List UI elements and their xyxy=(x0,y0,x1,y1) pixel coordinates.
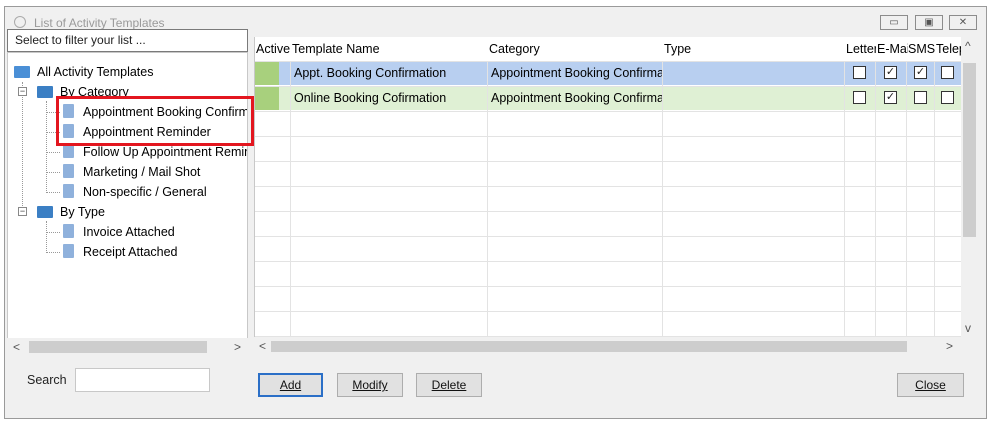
tree-item-by-type[interactable]: − By Type xyxy=(8,202,247,222)
cell-template-name: Appt. Booking Confirmation xyxy=(294,66,447,80)
restore-button[interactable]: ▣ xyxy=(915,15,943,30)
active-marker xyxy=(255,61,279,85)
tree-item-label: By Type xyxy=(60,205,105,219)
sms-checkbox[interactable] xyxy=(914,91,927,104)
table-row[interactable]: Online Booking Cofirmation Appointment B… xyxy=(255,86,961,110)
scroll-thumb[interactable] xyxy=(29,341,207,353)
scroll-thumb[interactable] xyxy=(963,63,976,237)
filter-input[interactable]: Select to filter your list ... xyxy=(7,29,248,52)
cell-template-name: Online Booking Cofirmation xyxy=(294,91,447,105)
telephone-checkbox[interactable] xyxy=(941,91,954,104)
collapse-icon[interactable]: − xyxy=(18,87,27,96)
sms-checkbox[interactable]: ✓ xyxy=(914,66,927,79)
cell-category: Appointment Booking Confirmation xyxy=(491,66,663,80)
column-header-template-name[interactable]: Template Name xyxy=(291,37,488,61)
collapse-icon[interactable]: − xyxy=(18,207,27,216)
email-checkbox[interactable]: ✓ xyxy=(884,66,897,79)
delete-button[interactable]: Delete xyxy=(416,373,482,397)
column-header-sms[interactable]: SMS xyxy=(907,37,936,61)
highlight-box xyxy=(56,96,254,146)
column-header-telephone[interactable]: Telephone xyxy=(935,37,961,61)
document-icon xyxy=(63,244,74,258)
scroll-right-icon[interactable]: > xyxy=(946,339,953,353)
tree-horizontal-scrollbar[interactable]: < > xyxy=(7,338,248,356)
minimize-button[interactable]: ▭ xyxy=(880,15,908,30)
grid-header: Active Template Name Category Type Lette… xyxy=(255,37,961,61)
folder-icon xyxy=(37,86,53,98)
column-header-active[interactable]: Active xyxy=(255,37,291,61)
letter-checkbox[interactable] xyxy=(853,91,866,104)
search-label: Search xyxy=(27,373,67,387)
tree-item-marketing-mail-shot[interactable]: Marketing / Mail Shot xyxy=(8,162,247,182)
modify-button[interactable]: Modify xyxy=(337,373,403,397)
tree-item-receipt-attached[interactable]: Receipt Attached xyxy=(8,242,247,262)
tree-item-label: Non-specific / General xyxy=(83,185,207,199)
column-header-letter[interactable]: Letter xyxy=(845,37,876,61)
column-header-type[interactable]: Type xyxy=(663,37,846,61)
scroll-left-icon[interactable]: < xyxy=(259,339,266,353)
table-row[interactable]: Appt. Booking Confirmation Appointment B… xyxy=(255,61,961,85)
add-button[interactable]: Add xyxy=(258,373,323,397)
tree-item-label: Receipt Attached xyxy=(83,245,178,259)
tree-item-non-specific-general[interactable]: Non-specific / General xyxy=(8,182,247,202)
cell-type xyxy=(663,61,845,85)
column-header-category[interactable]: Category xyxy=(488,37,664,61)
close-window-button[interactable]: ✕ xyxy=(949,15,977,30)
active-marker xyxy=(255,86,279,110)
search-input[interactable] xyxy=(75,368,210,392)
document-icon xyxy=(63,144,74,158)
tree-item-label: Marketing / Mail Shot xyxy=(83,165,201,179)
tree-item-invoice-attached[interactable]: Invoice Attached xyxy=(8,222,247,242)
window-title: List of Activity Templates xyxy=(34,16,165,30)
close-button[interactable]: Close xyxy=(897,373,964,397)
cell-type xyxy=(663,86,845,110)
cell-category: Appointment Booking Confirmation xyxy=(491,91,663,105)
tree-item-label: Invoice Attached xyxy=(83,225,175,239)
scroll-thumb[interactable] xyxy=(271,341,907,352)
grid-horizontal-scrollbar[interactable]: < > xyxy=(254,338,960,355)
templates-grid: Active Template Name Category Type Lette… xyxy=(254,37,961,337)
email-checkbox[interactable]: ✓ xyxy=(884,91,897,104)
app-icon xyxy=(14,16,26,28)
scroll-down-icon[interactable]: v xyxy=(965,321,971,335)
grid-vertical-scrollbar[interactable]: ^ v xyxy=(961,37,978,337)
folder-icon xyxy=(37,206,53,218)
document-icon xyxy=(63,224,74,238)
document-icon xyxy=(63,184,74,198)
scroll-up-icon[interactable]: ^ xyxy=(965,39,971,53)
scroll-right-icon[interactable]: > xyxy=(234,340,241,354)
letter-checkbox[interactable] xyxy=(853,66,866,79)
document-icon xyxy=(63,164,74,178)
tree-item-all-templates[interactable]: All Activity Templates xyxy=(8,62,247,82)
column-header-email[interactable]: E-Mail xyxy=(876,37,908,61)
telephone-checkbox[interactable] xyxy=(941,66,954,79)
scroll-left-icon[interactable]: < xyxy=(13,340,20,354)
folder-open-icon xyxy=(14,66,30,78)
tree-item-label: All Activity Templates xyxy=(37,65,154,79)
